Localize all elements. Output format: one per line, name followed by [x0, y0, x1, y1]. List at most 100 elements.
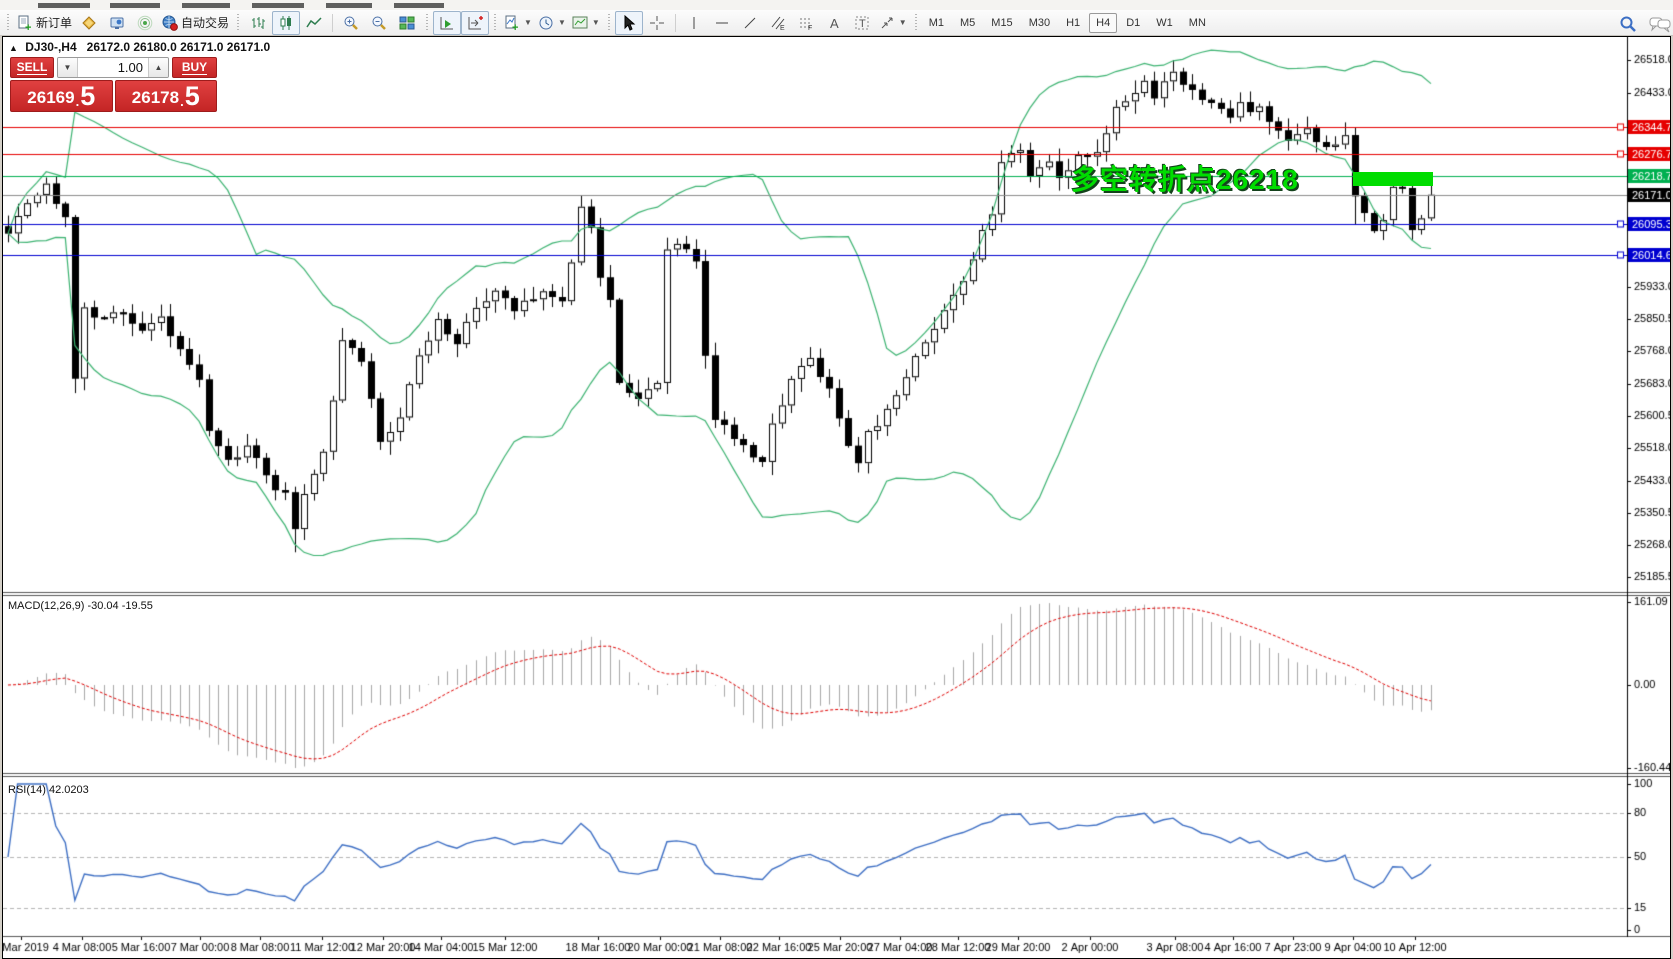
tab-timeframe-W1[interactable]: W1 — [1149, 13, 1180, 33]
new-order-button[interactable]: + 新订单 — [14, 11, 75, 35]
volume-input[interactable]: 1.00 — [78, 58, 148, 77]
svg-text:T: T — [859, 18, 866, 30]
search-icon[interactable] — [1619, 15, 1635, 31]
bar-chart-button[interactable] — [244, 11, 272, 35]
sell-price-button[interactable]: 26169.5 — [10, 80, 113, 112]
line-chart-button[interactable] — [300, 11, 328, 35]
chart-shift-button[interactable] — [461, 11, 489, 35]
zoom-out-button[interactable] — [365, 11, 393, 35]
chart-window: ▲ DJ30-,H4 26172.0 26180.0 26171.0 26171… — [2, 36, 1671, 959]
market-watch-button[interactable] — [103, 11, 131, 35]
menu-bar-clipped — [0, 0, 1673, 10]
zoom-out-icon — [371, 15, 387, 31]
auto-scroll-button[interactable] — [433, 11, 461, 35]
dropdown-caret[interactable]: ▼ — [899, 18, 907, 27]
fibonacci-button[interactable]: F — [792, 11, 820, 35]
mt4-window: { "toolbar": { "new_order_label": "新订单",… — [0, 0, 1673, 959]
buy-button[interactable]: BUY — [172, 57, 217, 78]
equidistant-channel-button[interactable]: E — [764, 11, 792, 35]
horizontal-line-button[interactable] — [708, 11, 736, 35]
toolbar-grip[interactable] — [426, 14, 428, 32]
gold-diamond-icon — [81, 15, 97, 31]
dropdown-caret[interactable]: ▼ — [558, 18, 566, 27]
radio-waves-icon — [137, 15, 153, 31]
tab-timeframe-D1[interactable]: D1 — [1119, 13, 1147, 33]
buy-price-button[interactable]: 26178.5 — [115, 80, 218, 112]
toolbar-grip[interactable] — [915, 14, 917, 32]
volume-decrease-button[interactable]: ▼ — [58, 58, 78, 77]
svg-text:+: + — [25, 22, 31, 31]
zoom-in-icon — [343, 15, 359, 31]
vertical-line-button[interactable] — [680, 11, 708, 35]
tab-timeframe-MN[interactable]: MN — [1182, 13, 1213, 33]
one-click-trading-panel: SELL ▼ 1.00 ▲ BUY 26169.5 26178.5 — [10, 57, 217, 112]
horizontal-line-icon — [714, 15, 730, 31]
add-indicator-icon: + — [504, 15, 520, 31]
crosshair-icon — [649, 15, 665, 31]
toolbar: + 新订单 自动交易 — [0, 10, 1673, 36]
buy-price-frac: 5 — [185, 83, 200, 109]
channel-icon: E — [770, 15, 786, 31]
template-icon — [572, 15, 588, 31]
auto-trading-button[interactable]: 自动交易 — [159, 11, 232, 35]
tab-timeframe-M5[interactable]: M5 — [953, 13, 982, 33]
tab-timeframe-M1[interactable]: M1 — [922, 13, 951, 33]
sell-button[interactable]: SELL — [10, 57, 54, 78]
candlestick-icon — [278, 15, 294, 31]
chart-autoscroll-icon — [439, 15, 455, 31]
toolbar-grip[interactable] — [7, 14, 9, 32]
dropdown-caret[interactable]: ▼ — [524, 18, 532, 27]
tab-timeframe-M15[interactable]: M15 — [984, 13, 1019, 33]
text-icon: A — [826, 15, 842, 31]
line-chart-icon — [306, 15, 322, 31]
crosshair-button[interactable] — [643, 11, 671, 35]
signals-button[interactable] — [131, 11, 159, 35]
svg-text:E: E — [780, 25, 785, 31]
toolbar-grip[interactable] — [608, 14, 610, 32]
svg-text:F: F — [808, 25, 812, 31]
trendline-button[interactable] — [736, 11, 764, 35]
toolbar-right — [1619, 10, 1665, 36]
chart-symbol-timeframe: DJ30-,H4 — [25, 40, 76, 54]
text-label-button[interactable]: T — [848, 11, 876, 35]
text-button[interactable]: A — [820, 11, 848, 35]
arrows-button[interactable]: ▼ — [876, 11, 910, 35]
annotation-text[interactable]: 多空转折点26218 — [1071, 158, 1299, 198]
toolbar-grip[interactable] — [237, 14, 239, 32]
chart-profile-button[interactable] — [75, 11, 103, 35]
collapse-triangle-icon[interactable]: ▲ — [9, 43, 18, 53]
tab-timeframe-M30[interactable]: M30 — [1022, 13, 1057, 33]
vertical-line-icon — [686, 15, 702, 31]
svg-text:A: A — [830, 16, 839, 31]
chart-shift-icon — [467, 15, 483, 31]
chart-title: ▲ DJ30-,H4 26172.0 26180.0 26171.0 26171… — [9, 40, 270, 54]
timeframe-group: M1M5M15M30H1H4D1W1MN — [922, 13, 1213, 33]
tab-timeframe-H4[interactable]: H4 — [1089, 13, 1117, 33]
zoom-in-button[interactable] — [337, 11, 365, 35]
volume-increase-button[interactable]: ▲ — [148, 58, 168, 77]
text-label-icon: T — [854, 15, 870, 31]
templates-button[interactable]: ▼ — [569, 11, 603, 35]
buy-price-int: 26178 — [132, 87, 179, 109]
periods-button[interactable]: ▼ — [535, 11, 569, 35]
chart-ohlc-values: 26172.0 26180.0 26171.0 26171.0 — [87, 40, 271, 54]
tile-windows-button[interactable] — [393, 11, 421, 35]
indicators-button[interactable]: + ▼ — [501, 11, 535, 35]
arrows-icon — [879, 15, 895, 31]
toolbar-grip[interactable] — [494, 14, 496, 32]
chat-icon[interactable] — [1649, 15, 1665, 31]
fibonacci-icon: F — [798, 15, 814, 31]
dropdown-caret[interactable]: ▼ — [592, 18, 600, 27]
cursor-arrow-icon — [621, 15, 637, 31]
new-order-icon: + — [17, 15, 33, 31]
cursor-button[interactable] — [615, 11, 643, 35]
tab-timeframe-H1[interactable]: H1 — [1059, 13, 1087, 33]
sell-price-int: 26169 — [27, 87, 74, 109]
monitor-icon — [109, 15, 125, 31]
macd-label: MACD(12,26,9) -30.04 -19.55 — [8, 600, 153, 612]
annotation-rectangle[interactable] — [1353, 172, 1433, 186]
clock-icon — [538, 15, 554, 31]
globe-icon — [162, 15, 178, 31]
auto-trading-label: 自动交易 — [181, 14, 229, 31]
candlestick-chart-button[interactable] — [272, 11, 300, 35]
